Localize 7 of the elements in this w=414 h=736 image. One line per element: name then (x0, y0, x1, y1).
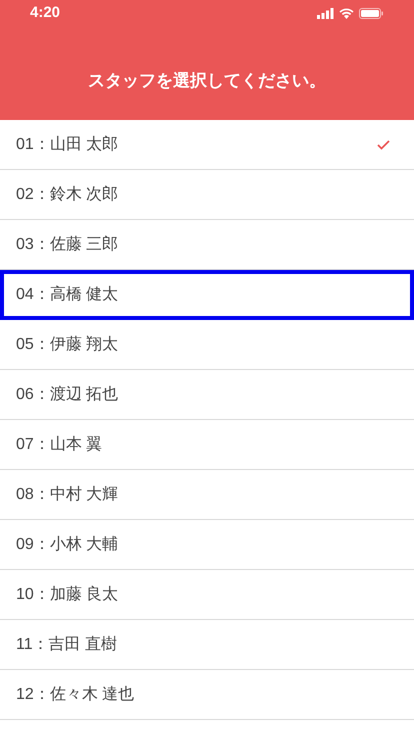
screen-title: スタッフを選択してください。 (88, 70, 326, 92)
status-time: 4:20 (30, 2, 60, 23)
staff-list-item[interactable]: 04：高橋 健太 (0, 270, 414, 320)
battery-icon (359, 8, 384, 18)
signal-icon (317, 8, 334, 18)
checkmark-icon (377, 140, 390, 150)
wifi-icon (339, 8, 354, 18)
